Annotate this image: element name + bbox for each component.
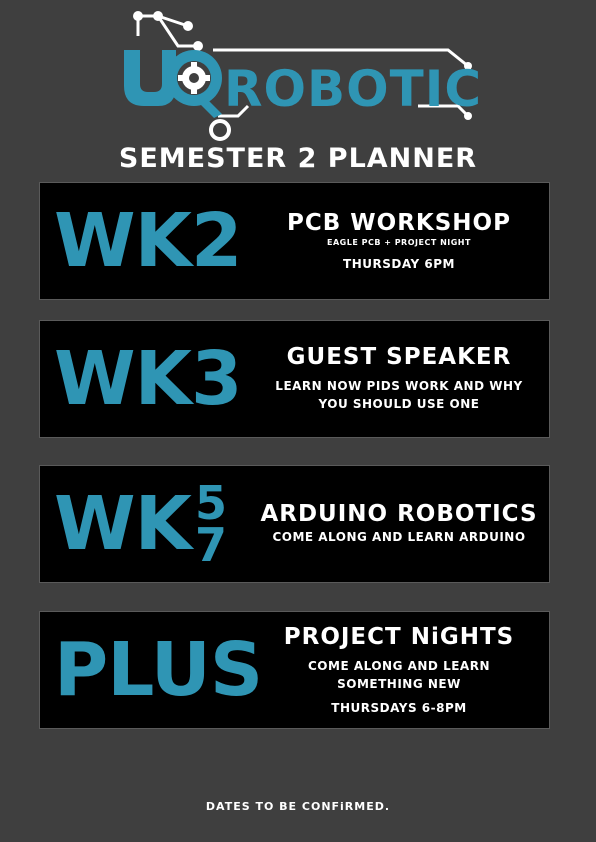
event-description-line-2: YOU SHOULD USE ONE bbox=[318, 396, 480, 411]
event-info: ARDUINO ROBOTICS COME ALONG AND LEARN AR… bbox=[255, 466, 543, 582]
week-label: PLUS bbox=[54, 627, 263, 713]
event-info: PCB WORKSHOP EAGLE PCB + PROJECT NIGHT T… bbox=[255, 183, 543, 299]
event-title: GUEST SPEAKER bbox=[286, 344, 512, 371]
logo-wordmark: ROBOTICS bbox=[224, 60, 478, 118]
page-subtitle: SEMESTER 2 PLANNER bbox=[118, 143, 478, 174]
week-range: 5 7 bbox=[194, 480, 227, 572]
event-time: THURSDAYS 6-8PM bbox=[331, 700, 467, 715]
event-card-wk2: WK2 PCB WORKSHOP EAGLE PCB + PROJECT NIG… bbox=[39, 182, 550, 300]
event-time: THURSDAY 6PM bbox=[343, 256, 455, 271]
week-range-end: 7 bbox=[194, 518, 227, 572]
event-description-line-1: LEARN NOW PIDS WORK AND WHY bbox=[275, 378, 523, 393]
event-card-wk3: WK3 GUEST SPEAKER LEARN NOW PIDS WORK AN… bbox=[39, 320, 550, 438]
event-title: PROJECT NiGHTS bbox=[283, 624, 515, 651]
event-info: GUEST SPEAKER LEARN NOW PIDS WORK AND WH… bbox=[255, 321, 543, 437]
event-title: ARDUINO ROBOTICS bbox=[260, 501, 538, 528]
week-label: WK2 bbox=[54, 198, 242, 284]
event-card-plus: PLUS PROJECT NiGHTS COME ALONG AND LEARN… bbox=[39, 611, 550, 729]
week-prefix: WK bbox=[54, 481, 192, 567]
event-title: PCB WORKSHOP bbox=[287, 210, 511, 237]
event-info: PROJECT NiGHTS COME ALONG AND LEARN SOME… bbox=[255, 612, 543, 728]
event-description: COME ALONG AND LEARN ARDUINO bbox=[272, 529, 526, 544]
footer-note: DATES TO BE CONFiRMED. bbox=[205, 800, 391, 813]
event-description-line-2: SOMETHING NEW bbox=[337, 676, 461, 691]
event-description-line-1: COME ALONG AND LEARN bbox=[308, 658, 490, 673]
uq-robotics-logo: ROBOTICS bbox=[124, 11, 478, 141]
event-card-wk5-7: WK 5 7 ARDUINO ROBOTICS COME ALONG AND L… bbox=[39, 465, 550, 583]
week-label: WK 5 7 bbox=[54, 466, 227, 582]
event-description: EAGLE PCB + PROJECT NIGHT bbox=[327, 237, 471, 247]
week-label: WK3 bbox=[54, 336, 242, 422]
